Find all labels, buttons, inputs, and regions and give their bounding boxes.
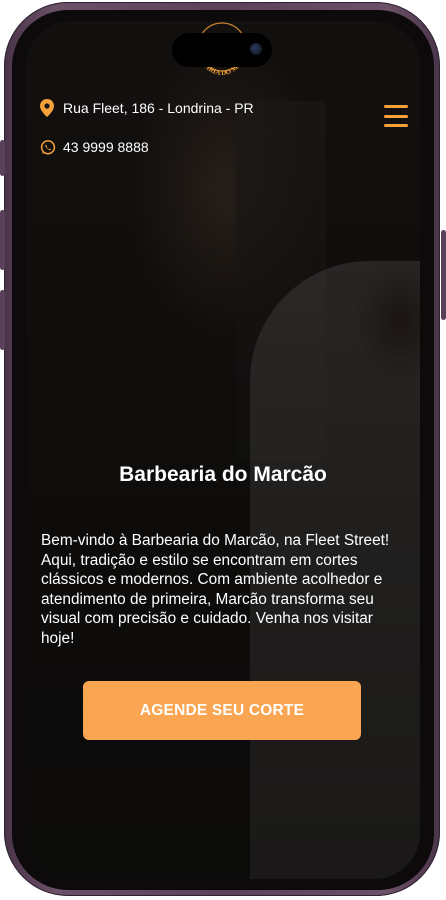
- phone-row[interactable]: 43 9999 8888: [40, 138, 149, 156]
- phone-side-button: [0, 210, 5, 270]
- phone-side-button: [441, 230, 446, 320]
- menu-line: [384, 114, 408, 118]
- whatsapp-icon: [40, 138, 56, 156]
- phone-number-text: 43 9999 8888: [63, 139, 149, 155]
- phone-side-button: [0, 140, 5, 176]
- address-row[interactable]: Rua Fleet, 186 - Londrina - PR: [40, 99, 254, 117]
- menu-line: [384, 105, 408, 108]
- phone-side-button: [0, 290, 5, 350]
- menu-line: [384, 124, 408, 127]
- screen: BARBEARIA DO MARCÃO Rua Fleet, 186 - Lon…: [26, 21, 420, 879]
- address-text: Rua Fleet, 186 - Londrina - PR: [63, 100, 254, 116]
- camera-icon: [250, 43, 262, 55]
- hero-title: Barbearia do Marcão: [119, 463, 327, 486]
- hamburger-menu-icon[interactable]: [384, 105, 408, 127]
- hero-description: Bem-vindo à Barbearia do Marcão, na Flee…: [41, 532, 390, 647]
- map-pin-icon: [40, 99, 56, 117]
- schedule-haircut-button[interactable]: AGENDE SEU CORTE: [83, 681, 361, 740]
